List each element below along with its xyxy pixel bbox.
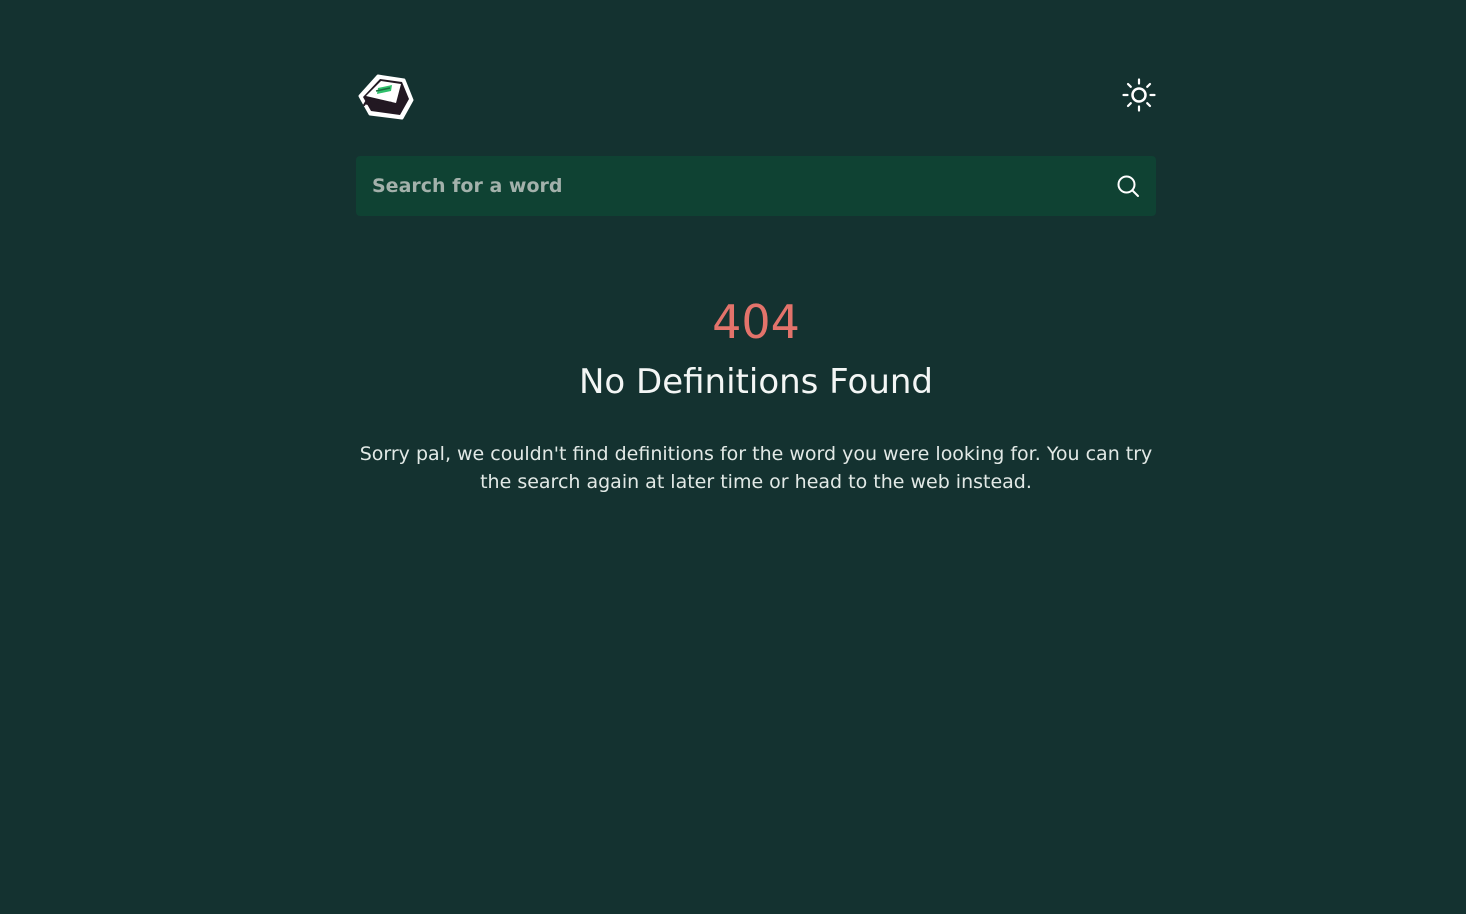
search-input[interactable] [356,156,1096,216]
any-keycap-logo-icon: ANY [358,74,414,120]
theme-toggle-button[interactable] [1122,78,1156,112]
search-icon [1117,175,1139,197]
error-title: No Definitions Found [578,362,934,402]
search-button[interactable] [1116,174,1140,198]
error-message: Sorry pal, we couldn't find definitions … [359,443,1153,493]
page-container: ANY Search for a word 404 No Definitions… [356,0,1156,914]
search-bar [356,156,1156,216]
error-code: 404 [712,295,800,349]
logo[interactable]: ANY [356,70,414,122]
app-header: ANY [356,68,1156,124]
sun-icon [1122,78,1156,112]
